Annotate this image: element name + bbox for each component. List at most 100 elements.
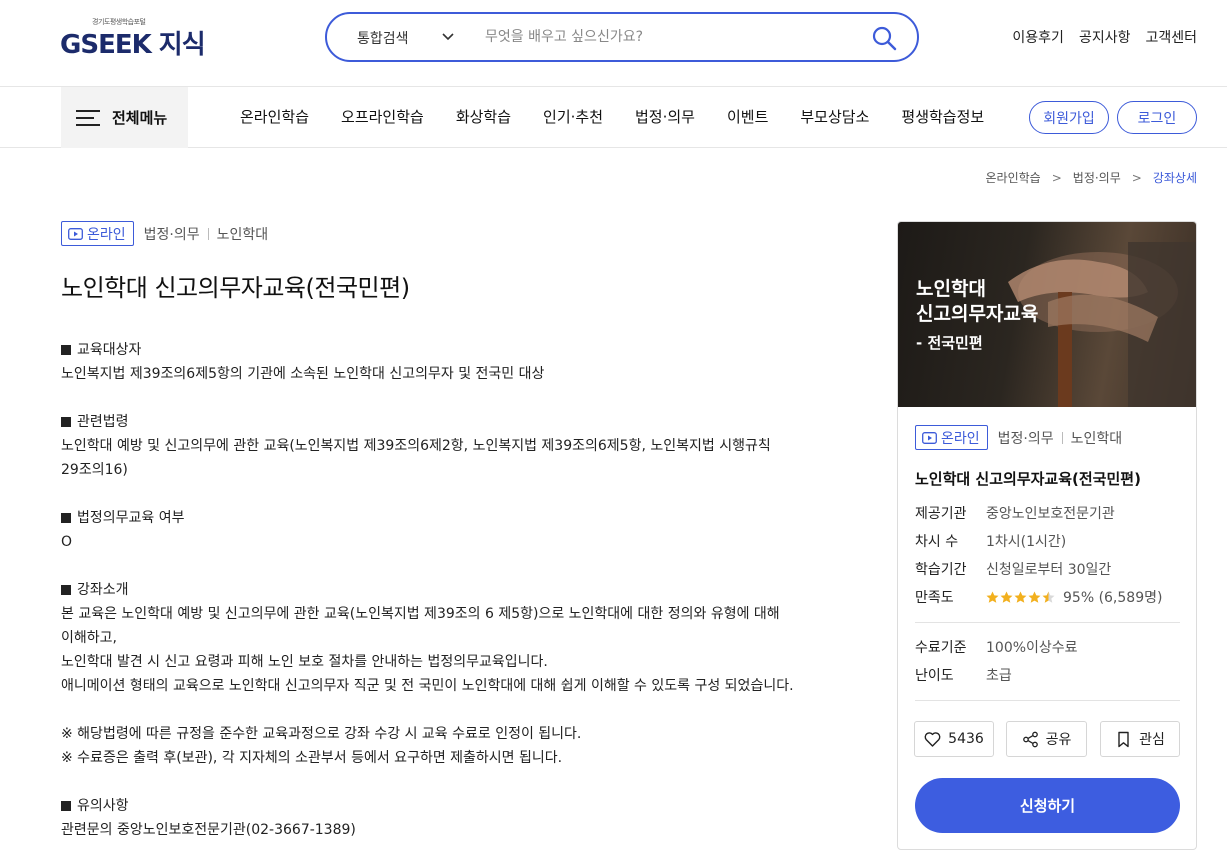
nav-item-legal[interactable]: 법정·의무: [635, 106, 695, 127]
course-info: 제공기관 중앙노인보호전문기관 차시 수 1차시(1시간) 학습기간 신청일로부터 3…: [915, 499, 1180, 611]
section-heading: 유의사항: [61, 794, 841, 818]
online-badge: 온라인: [61, 221, 134, 246]
rating-text: 95% (6,589명): [1063, 590, 1163, 606]
thumbnail-title: 노인학대 신고의무자교육: [916, 277, 1038, 327]
main-nav: 전체메뉴 온라인학습 오프라인학습 화상학습 인기·추천 법정·의무 이벤트 부…: [0, 87, 1227, 148]
section-mandatory: 법정의무교육 여부 O: [61, 506, 841, 554]
square-bullet-icon: [61, 801, 71, 811]
section-heading: 관련법령: [61, 410, 841, 434]
star-half-icon: [1042, 591, 1055, 603]
info-row-rating: 만족도 95% (6,589명): [915, 583, 1180, 611]
nav-item-lifelong[interactable]: 평생학습정보: [901, 106, 984, 127]
section-line: 노인학대 예방 및 신고의무에 관한 교육(노인복지법 제39조의6제2항, 노…: [61, 438, 771, 454]
course-description: 교육대상자 노인복지법 제39조의6제5항의 기관에 소속된 노인학대 신고의무…: [61, 338, 841, 860]
star-icon: [1000, 591, 1013, 603]
section-line: ※ 수료증은 출력 후(보관), 각 지자체의 소관부서 등에서 요구하면 제출…: [61, 750, 563, 766]
link-support[interactable]: 고객센터: [1145, 27, 1197, 47]
square-bullet-icon: [61, 585, 71, 595]
apply-button[interactable]: 신청하기: [915, 778, 1180, 833]
info-value: 신청일로부터 30일간: [986, 562, 1112, 578]
favorite-button[interactable]: 관심: [1100, 721, 1180, 757]
top-links: 이용후기 공지사항 고객센터: [1012, 27, 1197, 47]
divider: [915, 622, 1180, 623]
link-reviews[interactable]: 이용후기: [1012, 27, 1064, 47]
section-heading: 강좌소개: [61, 578, 841, 602]
info-key: 만족도: [915, 590, 954, 606]
search-input[interactable]: [485, 24, 845, 50]
play-icon: [922, 431, 937, 444]
info-row-sessions: 차시 수 1차시(1시간): [915, 527, 1180, 555]
square-bullet-icon: [61, 345, 71, 355]
card-title: 노인학대 신고의무자교육(전국민편): [915, 470, 1141, 488]
breadcrumb-current: 강좌상세: [1152, 171, 1197, 185]
card-tags: 온라인 법정·의무 노인학대: [915, 425, 1122, 450]
divider: [207, 227, 209, 240]
badge-label: 온라인: [87, 226, 126, 243]
section-line: 애니메이션 형태의 교육으로 노인학대 신고의무자 직군 및 전 국민이 노인학…: [61, 678, 794, 694]
like-button[interactable]: 5436: [914, 721, 994, 757]
course-thumbnail: 노인학대 신고의무자교육 - 전국민편: [898, 222, 1196, 407]
online-badge: 온라인: [915, 425, 988, 450]
gseek-logo[interactable]: 경기도평생학습포털 GSEEK 지식: [60, 17, 230, 60]
breadcrumb: 온라인학습 > 법정·의무 > 강좌상세: [986, 169, 1197, 186]
nav-item-event[interactable]: 이벤트: [727, 106, 768, 127]
section-notes: ※ 해당법령에 따른 규정을 준수한 교육과정으로 강좌 수강 시 교육 수료로…: [61, 722, 841, 770]
chevron-down-icon[interactable]: [441, 26, 455, 46]
info-row-level: 난이도 초급: [915, 661, 1180, 689]
like-count: 5436: [948, 731, 984, 747]
section-line: 노인학대 발견 시 신고 요령과 피해 노인 보호 절차를 안내하는 법정의무교…: [61, 654, 548, 670]
section-law: 관련법령 노인학대 예방 및 신고의무에 관한 교육(노인복지법 제39조의6제…: [61, 410, 841, 482]
search-category-select[interactable]: 통합검색: [357, 28, 409, 48]
info-value: 100%이상수료: [986, 640, 1078, 656]
section-line: 29조의16): [61, 462, 128, 478]
search-icon[interactable]: [871, 25, 897, 51]
section-heading: 법정의무교육 여부: [61, 506, 841, 530]
hamburger-icon: [76, 109, 100, 126]
nav-item-offline[interactable]: 오프라인학습: [341, 106, 424, 127]
section-line: 이해하고,: [61, 630, 117, 646]
category-primary: 법정·의무: [143, 226, 200, 243]
info-row-period: 학습기간 신청일로부터 30일간: [915, 555, 1180, 583]
info-key: 난이도: [915, 668, 954, 684]
section-line: 노인복지법 제39조의6제5항의 기관에 소속된 노인학대 신고의무자 및 전국…: [61, 366, 545, 382]
all-menu-label: 전체메뉴: [112, 109, 168, 127]
info-key: 학습기간: [915, 562, 967, 578]
search-bar: 통합검색: [325, 12, 919, 62]
info-value: 1차시(1시간): [986, 534, 1067, 550]
info-key: 제공기관: [915, 506, 967, 522]
section-line: ※ 해당법령에 따른 규정을 준수한 교육과정으로 강좌 수강 시 교육 수료로…: [61, 726, 582, 742]
info-key: 차시 수: [915, 534, 959, 550]
login-button[interactable]: 로그인: [1117, 101, 1197, 134]
favorite-label: 관심: [1139, 732, 1165, 748]
nav-item-parent[interactable]: 부모상담소: [800, 106, 869, 127]
nav-item-video[interactable]: 화상학습: [456, 106, 511, 127]
section-heading: 교육대상자: [61, 338, 841, 362]
course-tags: 온라인 법정·의무 노인학대: [61, 221, 268, 246]
divider: [1061, 431, 1063, 444]
section-line: 관련문의 중앙노인보호전문기관(02-3667-1389): [61, 822, 356, 838]
chevron-right-icon: >: [1131, 170, 1142, 185]
info-row-provider: 제공기관 중앙노인보호전문기관: [915, 499, 1180, 527]
share-icon: [1022, 731, 1038, 747]
all-menu-button[interactable]: 전체메뉴: [61, 87, 188, 148]
section-heading-text: 교육대상자: [77, 342, 142, 358]
nav-item-popular[interactable]: 인기·추천: [543, 106, 603, 127]
star-icon: [986, 591, 999, 603]
section-heading-text: 관련법령: [77, 414, 129, 430]
top-header: 경기도평생학습포털 GSEEK 지식 통합검색 이용후기 공지사항 고객센터: [0, 0, 1227, 87]
play-icon: [68, 227, 83, 240]
breadcrumb-item[interactable]: 법정·의무: [1073, 169, 1121, 186]
info-row-criteria: 수료기준 100%이상수료: [915, 633, 1180, 661]
join-button[interactable]: 회원가입: [1029, 101, 1109, 134]
section-heading-text: 유의사항: [77, 798, 129, 814]
nav-item-online[interactable]: 온라인학습: [240, 106, 309, 127]
info-value: 중앙노인보호전문기관: [986, 506, 1115, 522]
breadcrumb-item[interactable]: 온라인학습: [986, 169, 1041, 186]
category-secondary: 노인학대: [216, 226, 269, 243]
share-label: 공유: [1045, 732, 1072, 748]
bookmark-icon: [1118, 731, 1129, 747]
link-notices[interactable]: 공지사항: [1079, 27, 1131, 47]
share-button[interactable]: 공유: [1006, 721, 1087, 757]
page-title: 노인학대 신고의무자교육(전국민편): [61, 274, 410, 302]
chevron-right-icon: >: [1051, 170, 1062, 185]
